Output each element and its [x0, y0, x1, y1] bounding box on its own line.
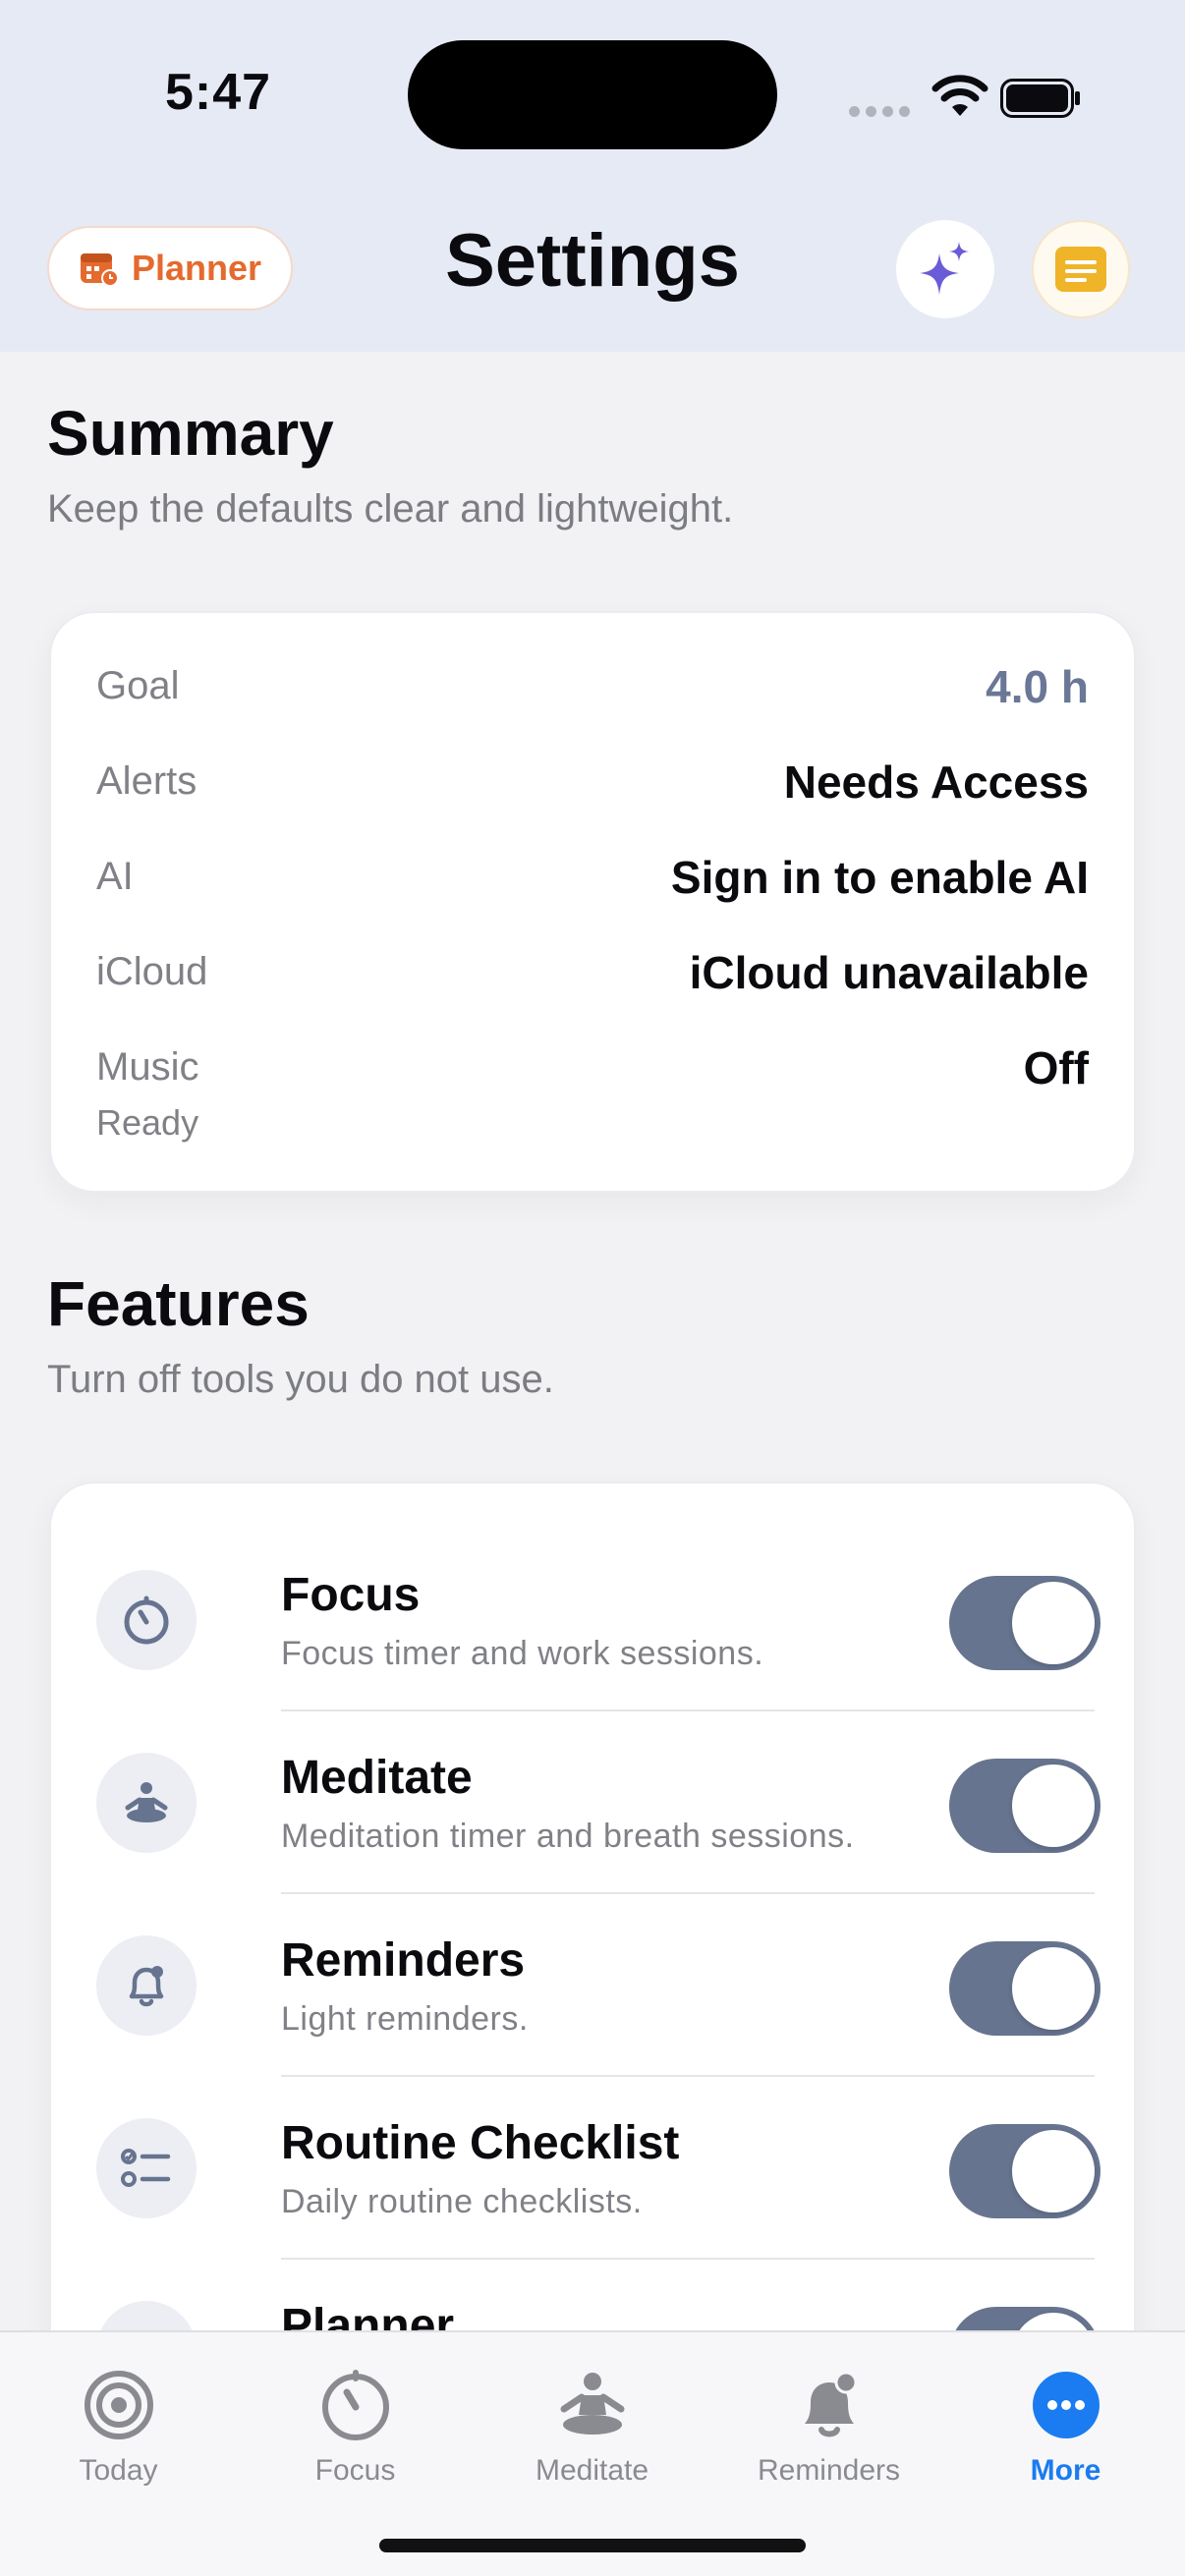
tab-focus[interactable]: Focus: [237, 2332, 474, 2509]
summary-subvalue: Ready: [96, 1102, 199, 1143]
tab-label: Meditate: [535, 2454, 649, 2487]
dynamic-island: [408, 40, 777, 149]
battery-icon: [1000, 79, 1080, 118]
summary-subtitle: Keep the defaults clear and lightweight.: [47, 487, 734, 531]
tab-label: Today: [79, 2454, 158, 2487]
feature-title: Meditate: [281, 1752, 473, 1804]
feature-description: Focus timer and work sessions.: [281, 1635, 764, 1672]
feature-description: Light reminders.: [281, 2000, 529, 2038]
reminders-toggle[interactable]: [949, 1941, 1100, 2036]
summary-heading: Summary: [47, 398, 334, 469]
bell-icon: [804, 2371, 857, 2437]
summary-value: Needs Access: [783, 756, 1089, 808]
toggle-knob: [1012, 1764, 1095, 1847]
feature-title: Routine Checklist: [281, 2117, 680, 2169]
sparkles-icon: [920, 242, 969, 295]
summary-label: Goal: [96, 664, 180, 707]
features-subtitle: Turn off tools you do not use.: [47, 1358, 554, 1401]
tab-meditate[interactable]: Meditate: [474, 2332, 710, 2509]
features-heading: Features: [47, 1268, 310, 1339]
notes-button[interactable]: [1032, 220, 1130, 318]
ai-assistant-button[interactable]: [896, 220, 994, 318]
toggle-knob: [1012, 2130, 1095, 2212]
cellular-signal-icon: [849, 106, 910, 117]
feature-icon: [96, 1753, 197, 1853]
tab-label: Focus: [314, 2454, 396, 2487]
timer-icon: [124, 1596, 169, 1645]
status-time: 5:47: [165, 64, 272, 121]
routine-checklist-toggle[interactable]: [949, 2124, 1100, 2218]
toggle-knob: [1012, 1947, 1095, 2030]
feature-icon: [96, 1570, 197, 1670]
tab-more[interactable]: More: [947, 2332, 1184, 2509]
target-icon: [84, 2371, 153, 2439]
feature-row-meditate: Meditate Meditation timer and breath ses…: [96, 1711, 1100, 1894]
feature-row-focus: Focus Focus timer and work sessions.: [96, 1529, 1100, 1711]
tab-reminders[interactable]: Reminders: [710, 2332, 947, 2509]
tab-label: More: [1030, 2454, 1101, 2487]
tab-label: Reminders: [757, 2454, 901, 2487]
feature-title: Reminders: [281, 1934, 526, 1987]
wifi-icon: [931, 75, 988, 116]
meditate-icon: [560, 2373, 624, 2435]
feature-description: Meditation timer and breath sessions.: [281, 1818, 855, 1855]
feature-icon: [96, 2118, 197, 2218]
summary-value: iCloud unavailable: [689, 947, 1089, 998]
feature-row-routine-checklist: Routine Checklist Daily routine checklis…: [96, 2077, 1100, 2260]
page-title: Settings: [445, 219, 740, 303]
summary-value: Off: [1023, 1042, 1089, 1093]
home-indicator: [379, 2539, 806, 2552]
timer-icon: [321, 2370, 389, 2440]
status-icons: [845, 69, 1081, 124]
toggle-knob: [1012, 1582, 1095, 1664]
summary-value: Sign in to enable AI: [670, 852, 1089, 903]
summary-label: Music: [96, 1045, 199, 1089]
summary-value: 4.0 h: [986, 661, 1089, 712]
meditate-toggle[interactable]: [949, 1759, 1100, 1853]
feature-icon: [96, 1935, 197, 2036]
summary-card: Goal 4.0 h Alerts Needs Access AI Sign i…: [49, 611, 1136, 1193]
more-icon: [1032, 2372, 1100, 2438]
bell-icon: [129, 1966, 164, 2007]
notes-icon: [1055, 247, 1106, 292]
summary-label: iCloud: [96, 950, 208, 993]
feature-description: Daily routine checklists.: [281, 2183, 643, 2220]
feature-title: Focus: [281, 1569, 421, 1621]
tab-today[interactable]: Today: [0, 2332, 237, 2509]
checklist-icon: [121, 2149, 171, 2187]
summary-label: AI: [96, 855, 134, 898]
summary-label: Alerts: [96, 759, 198, 803]
meditate-icon: [125, 1782, 168, 1822]
feature-row-reminders: Reminders Light reminders.: [96, 1894, 1100, 2077]
focus-toggle[interactable]: [949, 1576, 1100, 1670]
